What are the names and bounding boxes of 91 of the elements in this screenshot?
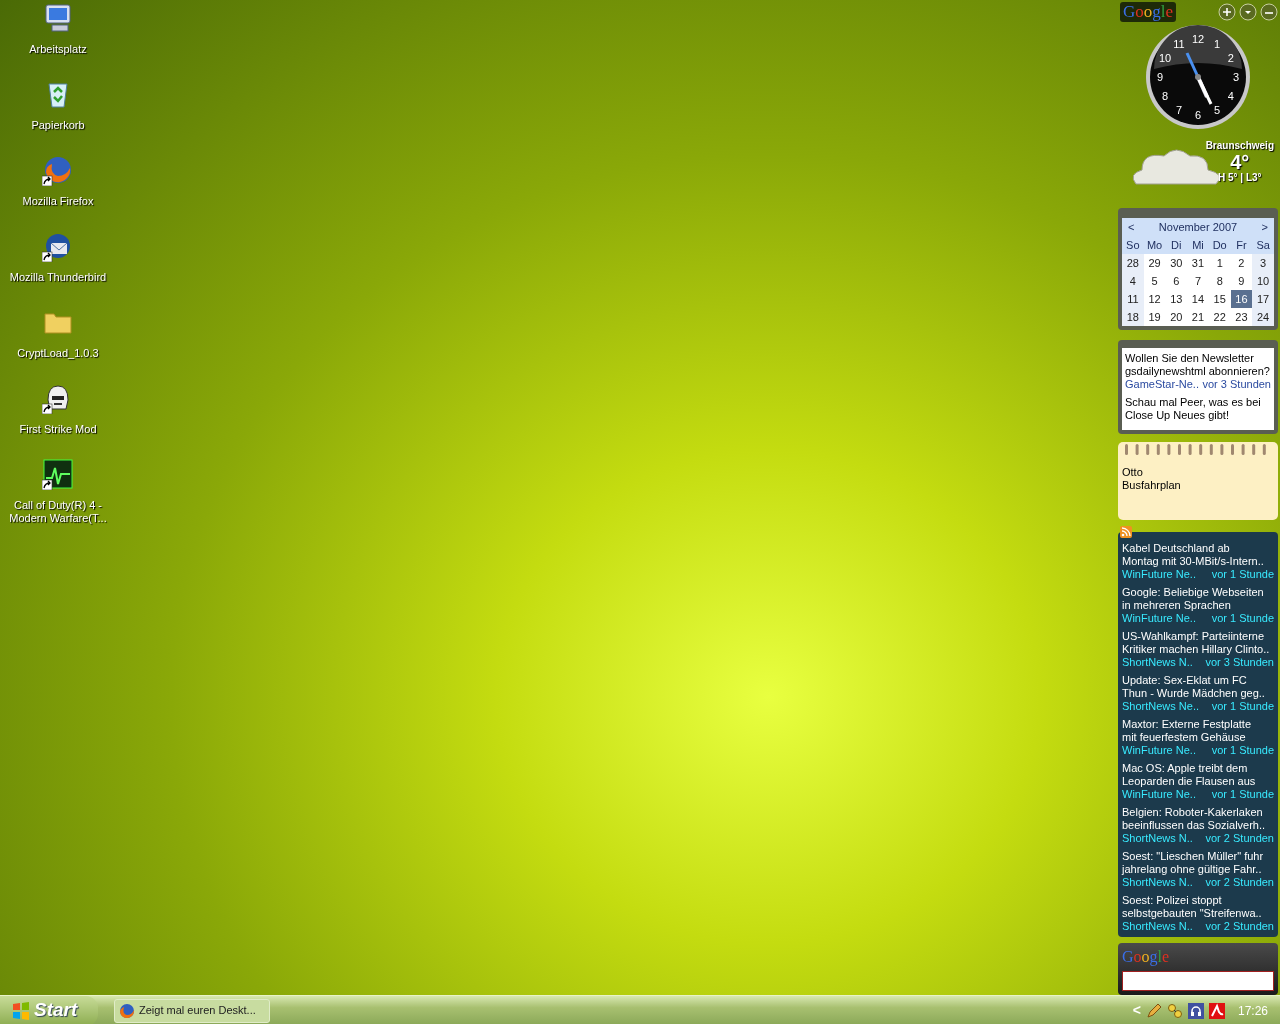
news-source[interactable]: WinFuture Ne..: [1122, 788, 1196, 801]
note-line[interactable]: Otto: [1122, 466, 1274, 479]
news-source[interactable]: WinFuture Ne..: [1122, 612, 1196, 625]
clock-numeral: 8: [1162, 90, 1169, 102]
icon-label[interactable]: Papierkorb: [2, 119, 114, 132]
google-logo: Google: [1122, 948, 1170, 965]
icon-label[interactable]: Arbeitsplatz: [2, 43, 114, 56]
news-source[interactable]: WinFuture Ne..: [1122, 744, 1196, 757]
clock-numeral: 11: [1173, 38, 1185, 51]
news-headline[interactable]: US-Wahlkampf: Parteiinterne Kritiker machen Hillary Clinto..: [1122, 630, 1274, 656]
network-icon[interactable]: [1166, 1002, 1183, 1019]
search-field[interactable]: [1122, 971, 1274, 991]
news-headline[interactable]: Belgien: Roboter-Kakerlaken beeinflussen das Sozialverh..: [1122, 806, 1274, 832]
news-time: vor 1 Stunde: [1211, 612, 1274, 625]
news-time: vor 1 Stunde: [1211, 744, 1274, 757]
weather-city: Braunschweig: [1205, 140, 1274, 152]
calendar-day[interactable]: 18: [1122, 308, 1144, 326]
calendar-day[interactable]: 10: [1252, 272, 1274, 290]
news-headline[interactable]: Soest: "Lieschen Müller" fuhr jahrelang ohne gültige Fahr..: [1122, 850, 1274, 876]
caret-down-icon[interactable]: [1239, 3, 1257, 21]
icon-label[interactable]: Mozilla Firefox: [2, 195, 114, 208]
globe-icon[interactable]: [42, 154, 74, 186]
add-icon[interactable]: [1218, 3, 1236, 21]
computer-icon[interactable]: [42, 2, 74, 34]
news-source[interactable]: WinFuture Ne..: [1122, 568, 1196, 581]
next-month-button[interactable]: >: [1261, 218, 1268, 236]
rss-icon: [1120, 526, 1132, 538]
pencil-icon[interactable]: [1145, 1002, 1162, 1019]
calendar-day[interactable]: 28: [1122, 254, 1144, 272]
weekday-label: So: [1122, 236, 1144, 254]
clock-numeral: 7: [1175, 103, 1183, 116]
pulse-icon[interactable]: [42, 458, 74, 490]
icon-label[interactable]: Call of Duty(R) 4 - Modern Warfare(T...: [2, 499, 114, 525]
google-logo: Google: [1120, 2, 1177, 22]
weather-temperature: 4°: [1230, 152, 1250, 172]
news-headline[interactable]: Maxtor: Externe Festplatte mit feuerfestem Gehäuse: [1122, 718, 1274, 744]
message-time: vor 3 Stunden: [1202, 378, 1271, 391]
globe-icon: [119, 1002, 135, 1019]
calendar-day[interactable]: 11: [1122, 290, 1144, 308]
news-time: vor 1 Stunde: [1211, 700, 1274, 713]
news-headline[interactable]: Google: Beliebige Webseiten in mehreren Sprachen: [1122, 586, 1274, 612]
weekday-label: Mo: [1143, 236, 1166, 254]
clock-numeral: 3: [1232, 71, 1240, 83]
weekday-label: Fr: [1230, 236, 1253, 254]
note-line[interactable]: Busfahrplan: [1122, 479, 1274, 492]
minimize-icon[interactable]: [1260, 3, 1278, 21]
clock-hands: [1185, 52, 1213, 105]
clock-numeral: 12: [1191, 33, 1205, 45]
news-time: vor 3 Stunden: [1205, 656, 1274, 669]
message-text[interactable]: Schau mal Peer, was es bei Close Up Neues gibt!: [1125, 396, 1271, 422]
news-headline[interactable]: Mac OS: Apple treibt dem Leoparden die Flausen aus: [1122, 762, 1274, 788]
icon-label[interactable]: CryptLoad_1.0.3: [2, 347, 114, 360]
previous-month-button[interactable]: <: [1128, 218, 1135, 236]
calendar-day[interactable]: 3: [1252, 254, 1274, 272]
taskbar-button[interactable]: Zeigt mal euren Deskt...: [114, 998, 270, 1023]
clock-numeral: 4: [1227, 90, 1234, 102]
headphones-icon[interactable]: [1187, 1002, 1204, 1019]
news-time: vor 1 Stunde: [1211, 568, 1274, 581]
weekday-label: Di: [1165, 236, 1188, 254]
message-text[interactable]: Wollen Sie den Newsletter gsdailynewshtml abonnieren?: [1125, 352, 1271, 378]
news-headline[interactable]: Update: Sex-Eklat um FC Thun - Wurde Mädchen geg..: [1122, 674, 1274, 700]
news-source[interactable]: ShortNews N..: [1122, 920, 1193, 933]
news-source[interactable]: ShortNews N..: [1122, 832, 1193, 845]
clock-numeral: 5: [1213, 103, 1221, 116]
clock-numeral: 9: [1156, 71, 1164, 83]
news-source[interactable]: ShortNews N..: [1122, 876, 1193, 889]
news-source[interactable]: ShortNews Ne..: [1122, 700, 1200, 713]
weekday-label: Mi: [1187, 236, 1209, 254]
calendar-month: November 2007: [1158, 219, 1238, 235]
icon-label[interactable]: Mozilla Thunderbird: [2, 271, 114, 284]
windows-logo-icon: [12, 1001, 30, 1020]
weekday-label: Do: [1208, 236, 1231, 254]
clock-numeral: 6: [1194, 109, 1202, 121]
news-time: vor 1 Stunde: [1211, 788, 1274, 801]
clock-numeral: 2: [1227, 52, 1234, 64]
calendar-day[interactable]: 17: [1252, 290, 1274, 308]
clock-numeral: 1: [1213, 38, 1221, 51]
news-time: vor 2 Stunden: [1205, 876, 1274, 889]
news-headline[interactable]: Kabel Deutschland ab Montag mit 30-MBit/s-Intern..: [1122, 542, 1274, 568]
message-source[interactable]: GameStar-Ne..: [1125, 378, 1199, 391]
icon-label[interactable]: First Strike Mod: [2, 423, 114, 436]
news-time: vor 2 Stunden: [1205, 832, 1274, 845]
clock-numeral: 10: [1158, 52, 1172, 64]
news-source[interactable]: ShortNews N..: [1122, 656, 1193, 669]
news-time: vor 2 Stunden: [1205, 920, 1274, 933]
calendar-day[interactable]: 4: [1122, 272, 1144, 290]
calendar-day[interactable]: 24: [1252, 308, 1274, 326]
news-headline[interactable]: Soest: Polizei stoppt selbstgebauten "Streifenwa..: [1122, 894, 1274, 920]
weather-high-low: H 5° | L3°: [1218, 172, 1262, 184]
weekday-label: Sa: [1252, 236, 1274, 254]
calendar-day[interactable]: 16: [1230, 290, 1253, 308]
